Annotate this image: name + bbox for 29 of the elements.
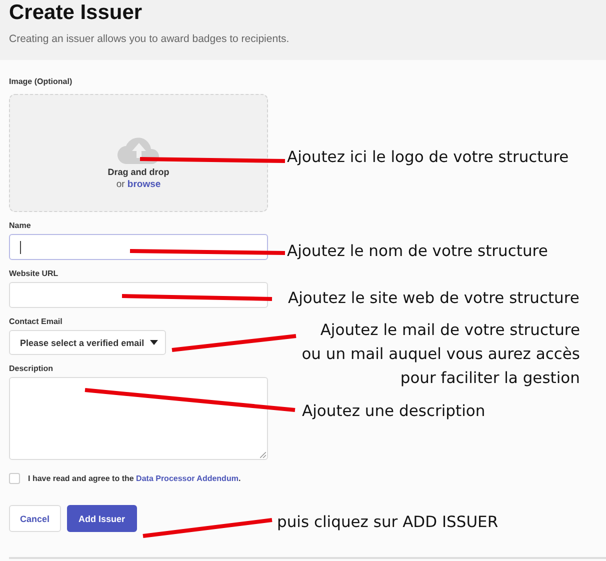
field-label: Contact Email — [9, 317, 62, 326]
drop-prompt: Drag and drop — [108, 166, 170, 176]
annotation-text: puis cliquez sur ADD ISSUER — [277, 512, 500, 533]
page-title: Create Issuer — [9, 0, 142, 25]
agreement-text: I have read and agree to the Data Processor Addendum. — [28, 474, 241, 483]
text-input-field[interactable] — [9, 234, 268, 260]
annotation-text: Ajoutez le mail de votre structure ou un mail auquel vous aurez accès pour faciliter la gestion — [300, 320, 580, 389]
field-label: Name — [9, 221, 31, 230]
annotation-text: Ajoutez le nom de votre structure — [287, 241, 549, 262]
annotation-text: Ajoutez une description — [302, 401, 486, 422]
cancel-button[interactable]: Cancel — [9, 505, 61, 532]
browse-link[interactable]: browse — [127, 178, 161, 190]
text-input-field[interactable] — [9, 282, 268, 308]
addendum-link[interactable]: Data Processor Addendum — [136, 474, 238, 483]
description-textarea[interactable] — [9, 377, 268, 460]
caret-icon — [150, 340, 158, 345]
page-subtitle: Creating an issuer allows you to award badges to recipients. — [9, 33, 290, 45]
cloud-upload-icon — [116, 134, 160, 164]
field-label: Image (Optional) — [9, 77, 72, 86]
resize-grip-icon — [260, 452, 266, 458]
browse-prompt: or browse — [116, 178, 161, 190]
annotation-text: Ajoutez ici le logo de votre structure — [287, 147, 570, 168]
add-issuer-button[interactable]: Add Issuer — [66, 505, 138, 532]
field-label: Website URL — [9, 269, 58, 278]
annotation-text: Ajoutez le site web de votre structure — [288, 288, 580, 309]
image-drop-zone[interactable]: Drag and drop or browse — [9, 94, 268, 212]
email-dropdown[interactable]: Please select a verified email — [9, 330, 166, 355]
field-label: Description — [9, 364, 54, 373]
agree-checkbox[interactable] — [9, 473, 20, 484]
